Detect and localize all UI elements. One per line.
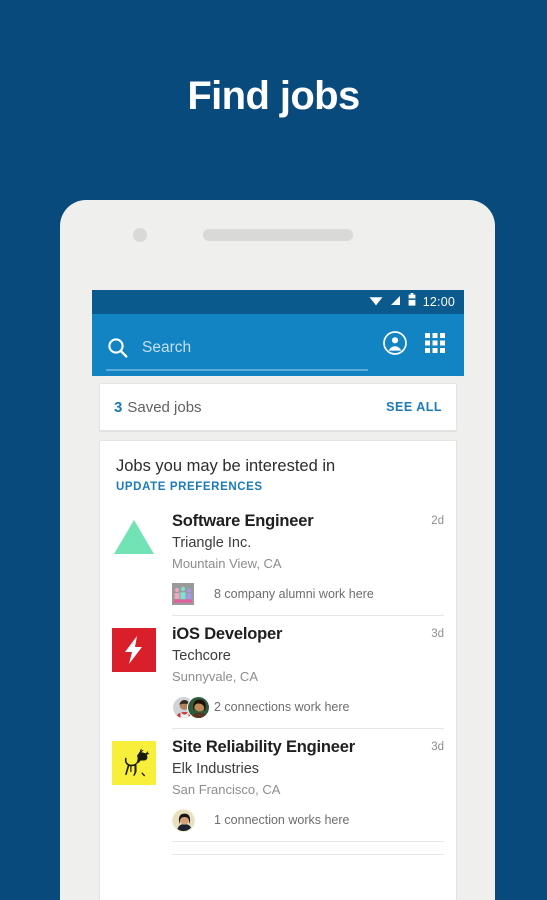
recommended-jobs-title: Jobs you may be interested in bbox=[116, 457, 336, 475]
saved-jobs-label: Saved jobs bbox=[127, 398, 202, 416]
saved-jobs-count: 3 bbox=[114, 398, 123, 416]
elk-logo-icon bbox=[112, 740, 156, 790]
status-bar: 12:00 bbox=[92, 290, 464, 314]
feed-content: 3 Saved jobs SEE ALL Jobs you may be int… bbox=[92, 376, 464, 900]
job-social-proof: 2 connections work here bbox=[172, 695, 444, 719]
social-proof-text: 1 connection works here bbox=[214, 813, 350, 827]
social-proof-text: 2 connections work here bbox=[214, 700, 350, 714]
recommended-jobs-card: Jobs you may be interested in UPDATE PRE… bbox=[99, 440, 457, 900]
front-camera-icon bbox=[133, 228, 147, 242]
job-title: iOS Developer bbox=[172, 625, 283, 643]
app-grid-icon bbox=[424, 332, 446, 359]
search-placeholder-text: Search bbox=[142, 339, 192, 356]
job-title: Site Reliability Engineer bbox=[172, 738, 355, 756]
job-social-proof: 1 connection works here bbox=[172, 808, 444, 832]
job-details: Software Engineer 2d Triangle Inc. Mount… bbox=[172, 510, 444, 616]
phone-screen: 12:00 Search 3 Saved jobs SEE ALL Jobs y… bbox=[92, 290, 464, 900]
job-list-item-partial[interactable] bbox=[100, 854, 456, 900]
job-company: Triangle Inc. bbox=[172, 535, 252, 551]
status-bar-clock: 12:00 bbox=[422, 295, 455, 309]
job-location: Mountain View, CA bbox=[172, 556, 282, 571]
triangle-logo-icon bbox=[112, 518, 156, 561]
lightning-bolt-logo-icon bbox=[112, 627, 156, 677]
battery-icon bbox=[408, 293, 416, 311]
job-posted-age: 2d bbox=[431, 515, 444, 527]
job-list-item[interactable]: Site Reliability Engineer 3d Elk Industr… bbox=[100, 729, 456, 842]
cellular-signal-icon bbox=[390, 293, 401, 311]
see-all-button[interactable]: SEE ALL bbox=[386, 400, 442, 414]
earpiece-speaker-icon bbox=[203, 229, 353, 241]
social-proof-text: 8 company alumni work here bbox=[214, 587, 374, 601]
job-details: iOS Developer 3d Techcore Sunnyvale, CA bbox=[172, 623, 444, 729]
job-social-proof: 8 company alumni work here bbox=[172, 582, 444, 606]
list-divider bbox=[172, 854, 444, 855]
page-title: Find jobs bbox=[187, 74, 360, 118]
company-logo bbox=[112, 627, 156, 677]
profile-button[interactable] bbox=[378, 328, 412, 362]
recommended-jobs-header: Jobs you may be interested in UPDATE PRE… bbox=[100, 441, 456, 503]
alumni-group-icon bbox=[172, 582, 214, 606]
job-list-item[interactable]: iOS Developer 3d Techcore Sunnyvale, CA bbox=[100, 616, 456, 729]
job-location: San Francisco, CA bbox=[172, 782, 281, 797]
job-title: Software Engineer bbox=[172, 512, 314, 530]
two-connection-avatars-icon bbox=[172, 695, 214, 719]
update-preferences-link[interactable]: UPDATE PREFERENCES bbox=[116, 481, 440, 493]
app-search-bar: Search bbox=[92, 314, 464, 376]
saved-jobs-card[interactable]: 3 Saved jobs SEE ALL bbox=[99, 383, 457, 431]
wifi-icon bbox=[369, 293, 383, 311]
search-input[interactable]: Search bbox=[106, 327, 368, 371]
job-company: Elk Industries bbox=[172, 761, 260, 777]
search-icon bbox=[106, 336, 130, 360]
job-location: Sunnyvale, CA bbox=[172, 669, 258, 684]
profile-circle-icon bbox=[382, 330, 408, 361]
job-details: Site Reliability Engineer 3d Elk Industr… bbox=[172, 736, 444, 842]
company-logo bbox=[112, 740, 156, 790]
job-posted-age: 3d bbox=[431, 741, 444, 753]
company-logo bbox=[112, 517, 156, 561]
job-posted-age: 3d bbox=[431, 628, 444, 640]
one-connection-avatar-icon bbox=[172, 808, 214, 832]
app-launcher-button[interactable] bbox=[418, 328, 452, 362]
job-company: Techcore bbox=[172, 648, 231, 664]
job-list-item[interactable]: Software Engineer 2d Triangle Inc. Mount… bbox=[100, 503, 456, 616]
